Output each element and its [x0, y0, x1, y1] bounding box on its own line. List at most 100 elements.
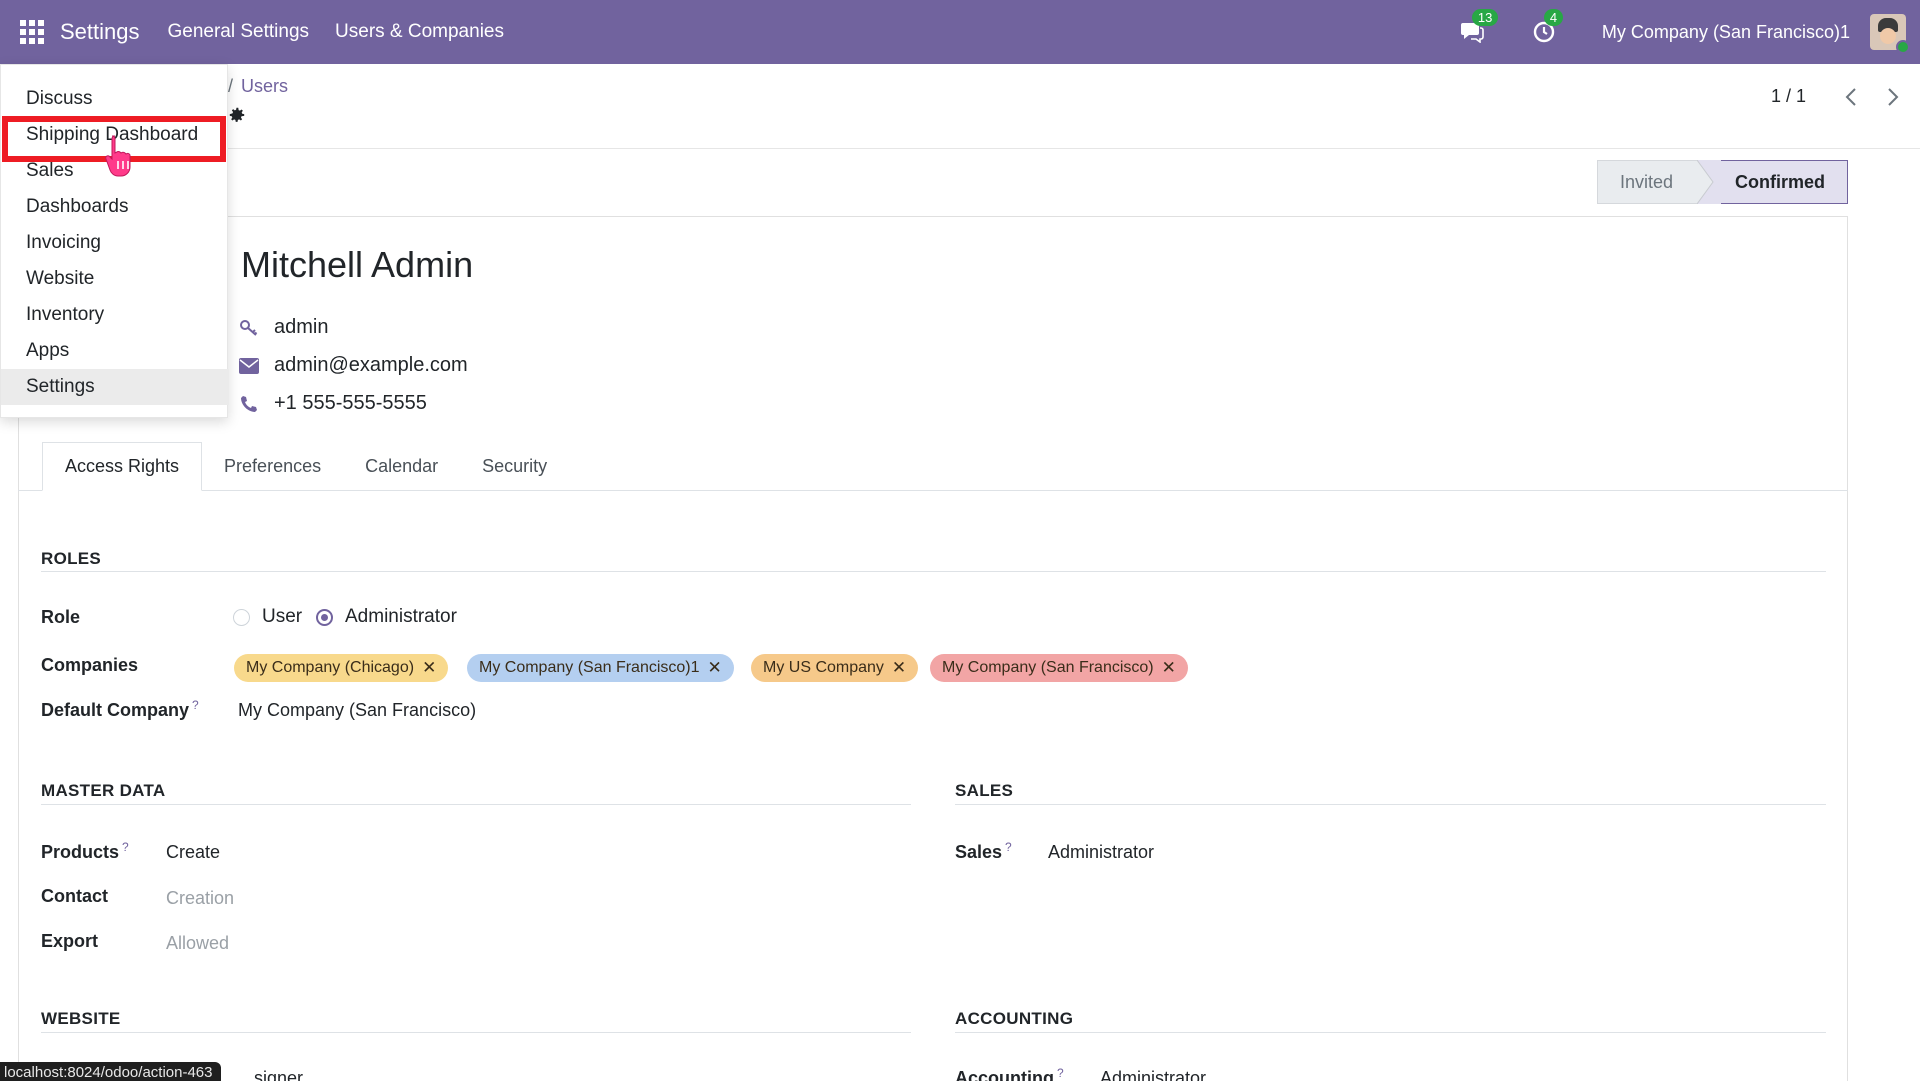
- export-value[interactable]: Allowed: [166, 933, 229, 954]
- default-company-label: Default Company?: [41, 698, 199, 721]
- hand-pointer-icon: [104, 134, 142, 183]
- company-tag-label: My US Company: [763, 659, 884, 676]
- messages-button[interactable]: 13: [1458, 9, 1499, 46]
- company-tag-chicago: My Company (Chicago) ✕: [234, 654, 449, 682]
- accounting-label-text: Accounting: [955, 1068, 1054, 1081]
- company-tag-label: My Company (Chicago): [246, 659, 415, 676]
- key-icon: [238, 317, 260, 339]
- pager-previous-button[interactable]: [1836, 82, 1866, 112]
- products-label: Products?: [41, 840, 129, 863]
- messages-count-badge: 13: [1471, 9, 1499, 26]
- breadcrumb: / Users: [228, 76, 289, 96]
- gear-icon: [229, 107, 245, 122]
- products-label-text: Products: [41, 842, 120, 862]
- pager-value[interactable]: 1 / 1: [1771, 86, 1806, 107]
- accounting-section-line: [955, 1032, 1826, 1033]
- company-tag-us: My US Company ✕: [751, 654, 919, 682]
- chevron-right-icon: [1888, 88, 1899, 106]
- products-value[interactable]: Create: [166, 842, 220, 863]
- tab-security[interactable]: Security: [460, 442, 569, 491]
- stage-confirmed[interactable]: Confirmed: [1704, 160, 1848, 204]
- url-status-tooltip: localhost:8024/odoo/action-463: [0, 1062, 221, 1081]
- record-actions-button[interactable]: [228, 106, 246, 129]
- remove-tag-icon[interactable]: ✕: [708, 658, 722, 678]
- app-menu-item-settings[interactable]: Settings: [1, 369, 229, 405]
- form-tabs: Access Rights Preferences Calendar Secur…: [42, 442, 569, 491]
- company-tag-label: My Company (San Francisco)1: [479, 659, 700, 676]
- status-bar: Invited Confirmed: [1596, 160, 1848, 204]
- accounting-section-title: ACCOUNTING: [955, 1009, 1074, 1028]
- company-tag-san-francisco: My Company (San Francisco) ✕: [930, 654, 1188, 682]
- role-user-radio[interactable]: User: [233, 606, 302, 628]
- app-title[interactable]: Settings: [60, 19, 140, 45]
- login-row: admin: [238, 316, 328, 339]
- roles-section-line: [41, 571, 1826, 572]
- chevron-left-icon: [1845, 88, 1856, 106]
- company-switcher[interactable]: My Company (San Francisco)1: [1602, 22, 1850, 43]
- breadcrumb-current: Users: [241, 76, 289, 96]
- tab-preferences[interactable]: Preferences: [202, 442, 343, 491]
- user-name[interactable]: Mitchell Admin: [241, 244, 473, 286]
- radio-checked-icon: [316, 608, 333, 626]
- activities-button[interactable]: 4: [1530, 9, 1564, 46]
- default-company-value[interactable]: My Company (San Francisco): [238, 700, 476, 721]
- activities-count-badge: 4: [1543, 9, 1564, 26]
- website-section-line: [41, 1032, 911, 1033]
- default-company-label-text: Default Company: [41, 700, 190, 720]
- master-data-section-title: MASTER DATA: [41, 781, 166, 800]
- contact-label: Contact: [41, 886, 108, 906]
- role-user-label: User: [262, 606, 303, 627]
- user-login[interactable]: admin: [274, 316, 328, 339]
- website-section-title: WEBSITE: [41, 1009, 121, 1028]
- top-navbar: Settings General Settings Users & Compan…: [0, 0, 1920, 64]
- role-administrator-radio[interactable]: Administrator: [316, 606, 457, 628]
- email-row: admin@example.com: [238, 354, 468, 377]
- stage-arrow-icon: [1697, 160, 1721, 204]
- company-tag-label: My Company (San Francisco): [942, 659, 1154, 676]
- sales-value[interactable]: Administrator: [1048, 842, 1154, 863]
- remove-tag-icon[interactable]: ✕: [1162, 658, 1176, 678]
- roles-section-title: ROLES: [41, 549, 102, 568]
- user-avatar[interactable]: [1870, 14, 1910, 54]
- export-label: Export: [41, 931, 99, 951]
- contact-value[interactable]: Creation: [166, 888, 234, 909]
- menu-users-companies[interactable]: Users & Companies: [335, 21, 504, 43]
- app-menu-item-invoicing[interactable]: Invoicing: [1, 225, 229, 261]
- radio-circle-icon: [233, 608, 250, 626]
- online-status-dot: [1896, 40, 1910, 54]
- envelope-icon: [238, 355, 260, 377]
- app-menu-item-discuss[interactable]: Discuss: [1, 81, 229, 117]
- apps-menu-button[interactable]: [0, 0, 64, 64]
- menu-general-settings[interactable]: General Settings: [168, 21, 310, 43]
- master-data-section-line: [41, 804, 911, 805]
- grid-icon: [20, 20, 44, 44]
- role-label: Role: [41, 607, 81, 627]
- help-icon[interactable]: ?: [122, 840, 129, 854]
- company-tag-san-francisco-1: My Company (San Francisco)1 ✕: [467, 654, 734, 682]
- app-menu-item-website[interactable]: Website: [1, 261, 229, 297]
- remove-tag-icon[interactable]: ✕: [892, 658, 906, 678]
- phone-icon: [238, 393, 260, 415]
- remove-tag-icon[interactable]: ✕: [422, 658, 436, 678]
- app-menu-item-dashboards[interactable]: Dashboards: [1, 189, 229, 225]
- help-icon[interactable]: ?: [192, 698, 199, 712]
- website-value[interactable]: signer: [254, 1068, 303, 1081]
- sales-section-title: SALES: [955, 781, 1014, 800]
- tab-calendar[interactable]: Calendar: [343, 442, 460, 491]
- help-icon[interactable]: ?: [1005, 840, 1012, 854]
- form-sheet: [18, 216, 1848, 1081]
- stage-invited[interactable]: Invited: [1596, 160, 1704, 204]
- help-icon[interactable]: ?: [1057, 1066, 1064, 1080]
- sales-section-line: [955, 804, 1826, 805]
- user-phone[interactable]: +1 555-555-5555: [274, 392, 427, 415]
- sales-label: Sales?: [955, 840, 1012, 863]
- accounting-label: Accounting?: [955, 1066, 1064, 1081]
- pager-next-button[interactable]: [1878, 82, 1908, 112]
- accounting-value[interactable]: Administrator: [1100, 1068, 1206, 1081]
- app-menu-item-apps[interactable]: Apps: [1, 333, 229, 369]
- user-email[interactable]: admin@example.com: [274, 354, 468, 377]
- phone-row: +1 555-555-5555: [238, 392, 427, 415]
- app-menu-item-inventory[interactable]: Inventory: [1, 297, 229, 333]
- role-administrator-label: Administrator: [345, 606, 457, 627]
- tab-access-rights[interactable]: Access Rights: [42, 442, 203, 491]
